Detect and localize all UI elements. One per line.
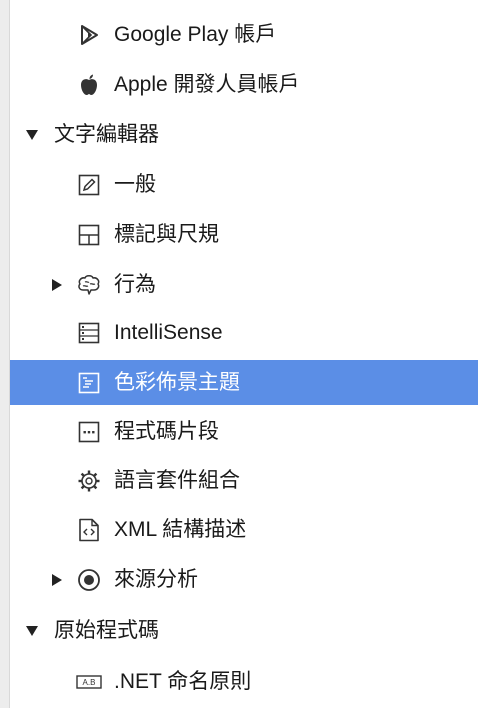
- tree-item-label: 程式碼片段: [114, 420, 219, 443]
- tree-item-label: 一般: [114, 173, 156, 196]
- tree-item-code-snippets[interactable]: 程式碼片段: [10, 412, 478, 452]
- tree-item-label: 行為: [114, 273, 156, 296]
- gear-icon: [76, 468, 102, 494]
- tree-item-source-analysis[interactable]: 來源分析: [10, 560, 478, 600]
- naming-icon: A.B: [76, 669, 102, 695]
- grid-ruler-icon: [76, 222, 102, 248]
- pencil-edit-icon: [76, 172, 102, 198]
- xml-file-icon: [76, 517, 102, 543]
- play-store-icon: [76, 22, 102, 48]
- tree-item-apple-developer-account[interactable]: Apple 開發人員帳戶: [10, 65, 478, 105]
- tree-item-label: XML 結構描述: [114, 518, 247, 541]
- tree-item-dotnet-naming-policies[interactable]: A.B .NET 命名原則: [10, 662, 478, 702]
- tree-item-behavior[interactable]: 行為: [10, 265, 478, 305]
- disclosure-collapsed-icon[interactable]: [50, 278, 64, 292]
- tree-item-label: Apple 開發人員帳戶: [114, 73, 300, 96]
- tree-item-label: 文字編輯器: [54, 123, 159, 146]
- tree-item-markers-rulers[interactable]: 標記與尺規: [10, 215, 478, 255]
- tree-item-google-play-account[interactable]: Google Play 帳戶: [10, 15, 478, 55]
- tree-item-label: 來源分析: [114, 568, 198, 591]
- tree-item-label: 語言套件組合: [114, 469, 240, 492]
- color-theme-icon: [76, 370, 102, 396]
- list-icon: [76, 320, 102, 346]
- tree-item-label: Google Play 帳戶: [114, 23, 277, 46]
- tree-item-intellisense[interactable]: IntelliSense: [10, 313, 478, 353]
- tree-item-language-bundles[interactable]: 語言套件組合: [10, 461, 478, 501]
- tree-item-xml-schemas[interactable]: XML 結構描述: [10, 510, 478, 550]
- tree-item-label: 色彩佈景主題: [114, 371, 240, 394]
- svg-text:A.B: A.B: [83, 678, 96, 687]
- radio-target-icon: [76, 567, 102, 593]
- tree-item-label: IntelliSense: [114, 321, 223, 344]
- snippet-icon: [76, 419, 102, 445]
- tree-item-label: 標記與尺規: [114, 223, 219, 246]
- tree-item-color-themes[interactable]: 色彩佈景主題: [10, 360, 478, 405]
- disclosure-expanded-icon[interactable]: [25, 128, 39, 142]
- tree-item-text-editor[interactable]: 文字編輯器: [10, 115, 478, 155]
- preferences-sidebar: Google Play 帳戶 Apple 開發人員帳戶 文字編輯器 一般 標記與…: [0, 0, 478, 708]
- tree-item-source-code[interactable]: 原始程式碼: [10, 611, 478, 651]
- disclosure-collapsed-icon[interactable]: [50, 573, 64, 587]
- disclosure-expanded-icon[interactable]: [25, 624, 39, 638]
- sidebar-edge: [0, 0, 10, 708]
- tree-item-general[interactable]: 一般: [10, 165, 478, 205]
- tree-item-label: 原始程式碼: [54, 619, 159, 642]
- tree-item-label: .NET 命名原則: [114, 670, 252, 693]
- brain-icon: [76, 272, 102, 298]
- apple-icon: [76, 72, 102, 98]
